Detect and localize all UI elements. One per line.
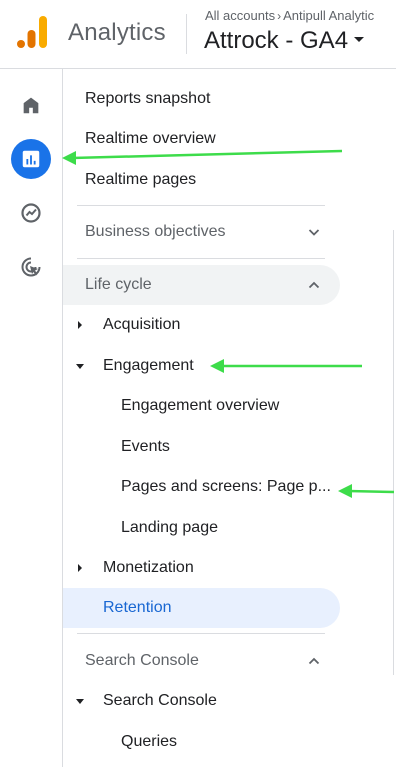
nav-divider [77, 633, 325, 634]
section-label: Life cycle [85, 276, 152, 293]
rail-home-button[interactable] [11, 85, 51, 125]
nav-divider [77, 258, 325, 259]
section-business-objectives[interactable]: Business objectives [63, 212, 340, 252]
nav-item-label: Search Console [103, 692, 217, 709]
nav-item-realtime-pages[interactable]: Realtime pages [63, 160, 340, 200]
nav-item-acquisition[interactable]: Acquisition [63, 305, 340, 345]
nav-item-engagement[interactable]: Engagement [63, 346, 340, 386]
collapse-arrow-icon [76, 699, 84, 704]
rail-reports-button[interactable] [11, 139, 51, 179]
nav-item-label: Retention [103, 599, 172, 616]
explore-icon [21, 203, 41, 223]
property-name: Attrock - GA4 [204, 27, 349, 54]
dropdown-caret-icon [354, 37, 365, 43]
left-rail [0, 69, 63, 767]
breadcrumb[interactable]: All accounts › Antipull Analytic [205, 8, 396, 23]
app-header: Analytics All accounts › Antipull Analytic… [0, 0, 396, 69]
nav-item-label: Monetization [103, 559, 194, 576]
section-label: Search Console [85, 652, 199, 669]
nav-item-reports-snapshot[interactable]: Reports snapshot [63, 79, 340, 119]
collapse-arrow-icon [76, 364, 84, 369]
nav-item-label: Landing page [121, 519, 218, 536]
nav-item-label: Realtime overview [85, 130, 216, 147]
nav-item-label: Engagement [103, 357, 194, 374]
nav-item-label: Pages and screens: Page p... [121, 478, 331, 495]
section-search-console[interactable]: Search Console [63, 641, 340, 681]
reports-nav: Reports snapshot Realtime overview Realt… [63, 69, 396, 767]
analytics-logo-icon[interactable] [16, 16, 48, 50]
nav-item-search-console[interactable]: Search Console [63, 681, 340, 721]
nav-divider [77, 205, 325, 206]
advertising-icon [21, 257, 41, 277]
nav-item-label: Reports snapshot [85, 90, 211, 107]
home-icon [23, 97, 39, 114]
nav-item-engagement-overview[interactable]: Engagement overview [63, 386, 340, 426]
nav-item-queries[interactable]: Queries [63, 722, 340, 762]
nav-item-events[interactable]: Events [63, 427, 340, 467]
section-label: Business objectives [85, 223, 226, 240]
rail-advertising-button[interactable] [11, 247, 51, 287]
nav-item-label: Queries [121, 733, 178, 750]
expand-arrow-icon [78, 321, 82, 329]
nav-item-realtime-overview[interactable]: Realtime overview [63, 119, 340, 159]
nav-item-monetization[interactable]: Monetization [63, 548, 340, 588]
breadcrumb-chevron-icon: › [277, 9, 282, 23]
nav-item-label: Engagement overview [121, 397, 280, 414]
chevron-up-icon [308, 657, 320, 665]
breadcrumb-accounts[interactable]: All accounts [205, 8, 275, 23]
nav-item-retention[interactable]: Retention [63, 588, 340, 628]
chevron-down-icon [308, 229, 320, 236]
nav-item-label: Acquisition [103, 316, 181, 333]
section-life-cycle[interactable]: Life cycle [63, 265, 340, 305]
expand-arrow-icon [78, 564, 82, 572]
app-title: Analytics [68, 19, 166, 46]
content-edge-line [393, 230, 394, 675]
nav-item-label: Realtime pages [85, 171, 197, 188]
reports-icon [22, 150, 40, 168]
nav-item-landing-page[interactable]: Landing page [63, 508, 340, 548]
nav-item-pages-and-screens[interactable]: Pages and screens: Page p... [63, 467, 340, 507]
breadcrumb-account-name[interactable]: Antipull Analytic [283, 8, 374, 23]
nav-item-label: Events [121, 438, 170, 455]
property-selector[interactable]: Attrock - GA4 [204, 27, 365, 55]
header-divider [186, 14, 187, 54]
rail-explore-button[interactable] [11, 193, 51, 233]
chevron-up-icon [308, 281, 320, 289]
